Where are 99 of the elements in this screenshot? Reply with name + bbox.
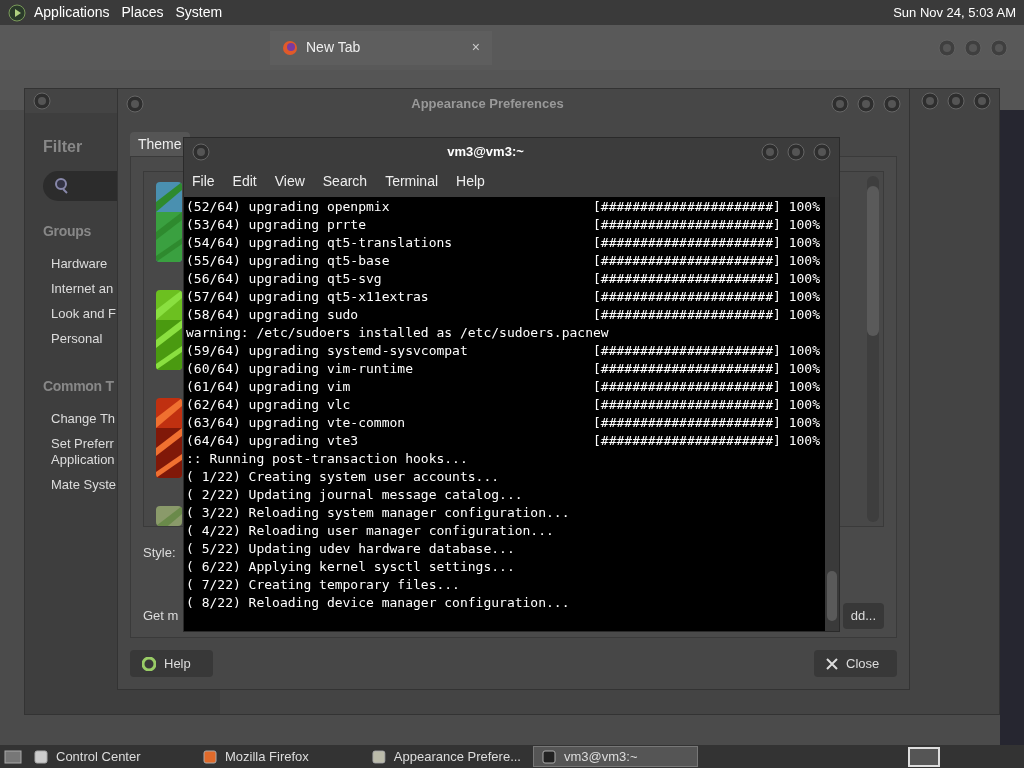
terminal-line: ( 4/22) Reloading user manager configuration... xyxy=(186,522,555,540)
progress-text: [######################] 100% xyxy=(593,306,820,324)
window-control-icon[interactable] xyxy=(857,95,875,113)
tab-close[interactable]: × xyxy=(471,37,480,58)
window-control-icon[interactable] xyxy=(761,143,779,161)
sidebar-item[interactable]: Set Preferr Application xyxy=(51,436,115,468)
style-label: Style: xyxy=(143,544,176,562)
window-control-icon[interactable] xyxy=(813,143,831,161)
menu-item[interactable]: Edit xyxy=(232,171,257,192)
terminal-line: (62/64) upgrading vlc xyxy=(186,396,352,414)
window-title: vm3@vm3:~ xyxy=(446,143,525,162)
panel-menu[interactable]: Places xyxy=(121,2,164,23)
terminal-line: (63/64) upgrading vte-common xyxy=(186,414,407,432)
window-control-icon[interactable] xyxy=(964,38,982,57)
progress-text: [######################] 100% xyxy=(593,270,820,288)
terminal-line: (54/64) upgrading qt5-translations xyxy=(186,234,454,252)
menu-item[interactable]: Terminal xyxy=(385,171,439,192)
search-field[interactable] xyxy=(43,171,118,201)
window-control-icon[interactable] xyxy=(192,143,210,161)
help-icon xyxy=(142,656,156,671)
window-control-icon[interactable] xyxy=(921,92,939,110)
progress-text: [######################] 100% xyxy=(593,396,820,414)
app-icon xyxy=(542,749,556,764)
panel-menu[interactable]: System xyxy=(175,2,223,23)
window-control-icon[interactable] xyxy=(973,92,991,110)
sidebar-item[interactable]: Change Th xyxy=(51,411,116,427)
terminal-line: ( 7/22) Creating temporary files... xyxy=(186,576,461,594)
terminal-line: ( 3/22) Reloading system manager configuration... xyxy=(186,504,571,522)
progress-text: [######################] 100% xyxy=(593,342,820,360)
sidebar-item[interactable]: Personal xyxy=(51,331,103,347)
globe-icon xyxy=(282,39,298,56)
sidebar-item[interactable]: Hardware xyxy=(51,256,108,272)
terminal-line: (57/64) upgrading qt5-x11extras xyxy=(186,288,430,306)
desktop-icon[interactable] xyxy=(4,748,22,765)
terminal-line: ( 2/22) Updating journal message catalog... xyxy=(186,486,524,504)
section-heading: Common T xyxy=(43,377,114,396)
window-control-icon[interactable] xyxy=(126,95,144,113)
progress-text: [######################] 100% xyxy=(593,360,820,378)
progress-text: [######################] 100% xyxy=(593,252,820,270)
window-control-icon[interactable] xyxy=(831,95,849,113)
terminal-line: (60/64) upgrading vim-runtime xyxy=(186,360,414,378)
add-button[interactable]: dd... xyxy=(842,602,884,629)
clock[interactable]: Sun Nov 24, 5:03 AM xyxy=(893,2,1016,23)
app-icon xyxy=(34,749,48,764)
terminal-line: ( 5/22) Updating udev hardware database... xyxy=(186,540,516,558)
progress-text: [######################] 100% xyxy=(593,216,820,234)
terminal-line: :: Running post-transaction hooks... xyxy=(186,450,469,468)
menu-item[interactable]: Help xyxy=(456,171,485,192)
progress-text: [######################] 100% xyxy=(593,414,820,432)
taskbar-item[interactable]: Appearance Prefere... xyxy=(364,746,529,767)
progress-text: [######################] 100% xyxy=(593,288,820,306)
terminal-line: ( 8/22) Reloading device manager configuration... xyxy=(186,594,571,612)
filter-label: Filter xyxy=(43,137,83,157)
terminal-line: warning: /etc/sudoers installed as /etc/sudoers.pacnew xyxy=(186,324,609,342)
browser-tab[interactable]: New Tab × xyxy=(270,30,492,65)
terminal-line: (53/64) upgrading prrte xyxy=(186,216,367,234)
terminal-line: (64/64) upgrading vte3 xyxy=(186,432,360,450)
taskbar-item[interactable]: Control Center xyxy=(26,746,191,767)
progress-text: [######################] 100% xyxy=(593,378,820,396)
progress-text: [######################] 100% xyxy=(593,432,820,450)
window-control-icon[interactable] xyxy=(990,38,1008,57)
search-icon xyxy=(55,178,69,194)
start-icon[interactable] xyxy=(8,3,26,22)
terminal-line: (61/64) upgrading vim xyxy=(186,378,352,396)
menu-item[interactable]: View xyxy=(274,171,305,192)
terminal-line: (58/64) upgrading sudo xyxy=(186,306,360,324)
section-heading: Groups xyxy=(43,222,91,241)
panel-menu[interactable]: Applications xyxy=(34,2,110,23)
sidebar-item[interactable]: Internet an xyxy=(51,281,114,297)
theme-tab[interactable]: Theme xyxy=(130,132,190,156)
progress-text: [######################] 100% xyxy=(593,198,820,216)
sidebar-item[interactable]: Look and F xyxy=(51,306,117,322)
workspace-icon[interactable] xyxy=(908,746,940,767)
terminal-line: (55/64) upgrading qt5-base xyxy=(186,252,391,270)
menu-item[interactable]: File xyxy=(192,171,215,192)
sidebar-item[interactable]: Mate Syste xyxy=(51,477,117,493)
tab-title: New Tab xyxy=(306,38,362,57)
app-icon xyxy=(203,749,217,764)
terminal-line: ( 1/22) Creating system user accounts... xyxy=(186,468,501,486)
window-control-icon[interactable] xyxy=(947,92,965,110)
terminal-line: ( 6/22) Applying kernel sysctl settings... xyxy=(186,558,516,576)
close-icon xyxy=(826,657,838,670)
app-icon xyxy=(372,749,386,764)
taskbar-item[interactable]: vm3@vm3:~ xyxy=(533,746,698,767)
window-control-icon[interactable] xyxy=(883,95,901,113)
window-control-icon[interactable] xyxy=(787,143,805,161)
window-control-icon[interactable] xyxy=(33,92,51,110)
scrollbar[interactable] xyxy=(867,176,879,522)
get-more-link[interactable]: Get m xyxy=(143,605,179,626)
terminal-line: (52/64) upgrading openpmix xyxy=(186,198,391,216)
close-button[interactable]: Close xyxy=(814,650,897,677)
terminal-line: (56/64) upgrading qt5-svg xyxy=(186,270,383,288)
menu-item[interactable]: Search xyxy=(322,171,368,192)
window-control-icon[interactable] xyxy=(938,38,956,57)
help-button[interactable]: Help xyxy=(130,650,213,677)
taskbar-item[interactable]: Mozilla Firefox xyxy=(195,746,360,767)
terminal-line: (59/64) upgrading systemd-sysvcompat xyxy=(186,342,469,360)
window-title: Appearance Preferences xyxy=(410,95,565,114)
progress-text: [######################] 100% xyxy=(593,234,820,252)
